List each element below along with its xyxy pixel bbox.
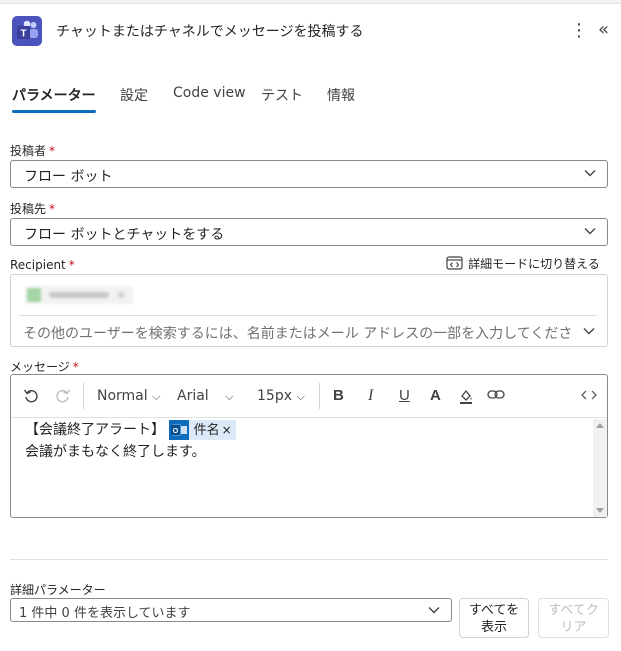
style-select[interactable]: Normal ⌵ xyxy=(97,387,160,406)
show-all-button[interactable]: すべてを 表示 xyxy=(459,598,529,638)
highlight-icon[interactable] xyxy=(457,387,475,405)
more-vertical-icon: ⋮ xyxy=(570,20,588,41)
token-label: 件名 xyxy=(193,423,220,438)
token-remove-button[interactable]: × xyxy=(222,423,232,437)
divider xyxy=(19,315,597,316)
tab-test[interactable]: テスト xyxy=(261,85,303,105)
recipient-label-text: Recipient xyxy=(10,258,66,272)
font-select[interactable]: Arial ⌵ xyxy=(177,387,234,406)
top-border xyxy=(0,0,621,4)
chevron-down-icon xyxy=(584,170,596,177)
underline-icon[interactable]: U xyxy=(399,387,410,405)
teams-icon: T xyxy=(12,16,42,46)
font-value: Arial xyxy=(177,388,209,404)
font-size-value: 15px xyxy=(257,388,292,404)
post-in-value: フロー ボットとチャットをする xyxy=(24,227,225,243)
message-editor[interactable]: Normal ⌵ Arial ⌵ 15px ⌵ B I U A 【会議終了アラー… xyxy=(10,374,608,518)
message-body[interactable]: 【会議終了アラート】 O 件名 × 会議がまもなく終了します。 xyxy=(25,419,236,463)
chevron-down-icon: ⌵ xyxy=(225,390,234,403)
collapse-panel-button[interactable]: « xyxy=(598,20,609,40)
active-tab-indicator xyxy=(12,110,96,113)
clear-all-button[interactable]: すべてク リア xyxy=(538,598,609,638)
recipient-search-input[interactable]: その他のユーザーを検索するには、名前またはメール アドレスの一部を入力してくださ xyxy=(23,323,575,343)
show-all-label-2: 表示 xyxy=(480,620,507,635)
post-as-label-text: 投稿者 xyxy=(10,144,47,158)
recipient-chip[interactable] xyxy=(25,286,133,304)
redo-icon[interactable] xyxy=(55,388,71,404)
recipient-label: Recipient * xyxy=(10,258,75,272)
advanced-params-value: 1 件中 0 件を表示しています xyxy=(19,606,191,621)
undo-icon[interactable] xyxy=(23,388,39,404)
post-as-dropdown[interactable]: フロー ボット xyxy=(10,160,608,188)
advanced-params-select[interactable]: 1 件中 0 件を表示しています xyxy=(10,598,452,622)
toolbar-separator xyxy=(83,383,84,409)
message-text: 【会議終了アラート】 xyxy=(25,422,165,438)
show-all-label-1: すべてを xyxy=(468,603,520,618)
dynamic-content-token[interactable]: O 件名 × xyxy=(169,420,236,440)
chevron-down-icon: ⌵ xyxy=(152,390,161,403)
post-in-label: 投稿先 * xyxy=(10,200,55,217)
message-line-2: 会議がまもなく終了します。 xyxy=(25,444,206,460)
chevron-down-icon[interactable] xyxy=(583,327,595,335)
tab-settings[interactable]: 設定 xyxy=(120,85,148,105)
italic-icon[interactable]: I xyxy=(368,387,373,405)
chevron-down-icon xyxy=(428,607,440,614)
svg-text:O: O xyxy=(173,428,179,435)
link-icon[interactable] xyxy=(487,388,505,402)
font-size-select[interactable]: 15px ⌵ xyxy=(257,387,305,406)
tab-code-view[interactable]: Code view xyxy=(173,85,246,101)
message-label: メッセージ * xyxy=(10,358,79,375)
message-line-1: 【会議終了アラート】 O 件名 × xyxy=(25,419,236,441)
page-title: チャットまたはチャネルでメッセージを投稿する xyxy=(56,24,364,40)
post-as-label: 投稿者 * xyxy=(10,142,55,159)
outlook-icon: O xyxy=(169,420,190,440)
svg-text:T: T xyxy=(20,29,26,40)
font-color-icon[interactable]: A xyxy=(430,387,441,405)
required-marker: * xyxy=(68,258,75,272)
more-options-button[interactable]: ⋮ xyxy=(570,21,588,41)
tab-info[interactable]: 情報 xyxy=(327,85,355,105)
advanced-mode-text: 詳細モードに切り替える xyxy=(468,257,600,271)
chevron-down-icon: ⌵ xyxy=(296,390,305,403)
message-label-text: メッセージ xyxy=(10,360,70,374)
required-marker: * xyxy=(49,202,56,216)
chevron-down-icon xyxy=(584,228,596,235)
advanced-params-label: 詳細パラメーター xyxy=(10,583,106,597)
toolbar-divider xyxy=(11,417,607,418)
double-chevron-left-icon: « xyxy=(598,19,610,40)
clear-all-label-2: リア xyxy=(560,620,587,635)
advanced-mode-link[interactable]: 詳細モードに切り替える xyxy=(446,253,600,272)
bold-icon[interactable]: B xyxy=(333,387,344,405)
recipient-picker[interactable]: その他のユーザーを検索するには、名前またはメール アドレスの一部を入力してくださ xyxy=(10,274,608,347)
code-view-icon[interactable] xyxy=(581,390,597,400)
editor-scrollbar[interactable] xyxy=(593,419,607,517)
scroll-up-icon[interactable] xyxy=(596,423,604,428)
toolbar-separator xyxy=(319,383,320,409)
required-marker: * xyxy=(49,144,56,158)
post-in-label-text: 投稿先 xyxy=(10,202,47,216)
code-window-icon xyxy=(446,256,463,270)
clear-all-label-1: すべてク xyxy=(548,603,599,618)
scroll-down-icon[interactable] xyxy=(596,508,604,513)
tab-parameters[interactable]: パラメーター xyxy=(12,85,96,105)
style-value: Normal xyxy=(97,388,148,404)
section-divider xyxy=(10,559,608,560)
required-marker: * xyxy=(72,360,79,374)
post-in-dropdown[interactable]: フロー ボットとチャットをする xyxy=(10,218,608,246)
post-as-value: フロー ボット xyxy=(24,169,113,185)
